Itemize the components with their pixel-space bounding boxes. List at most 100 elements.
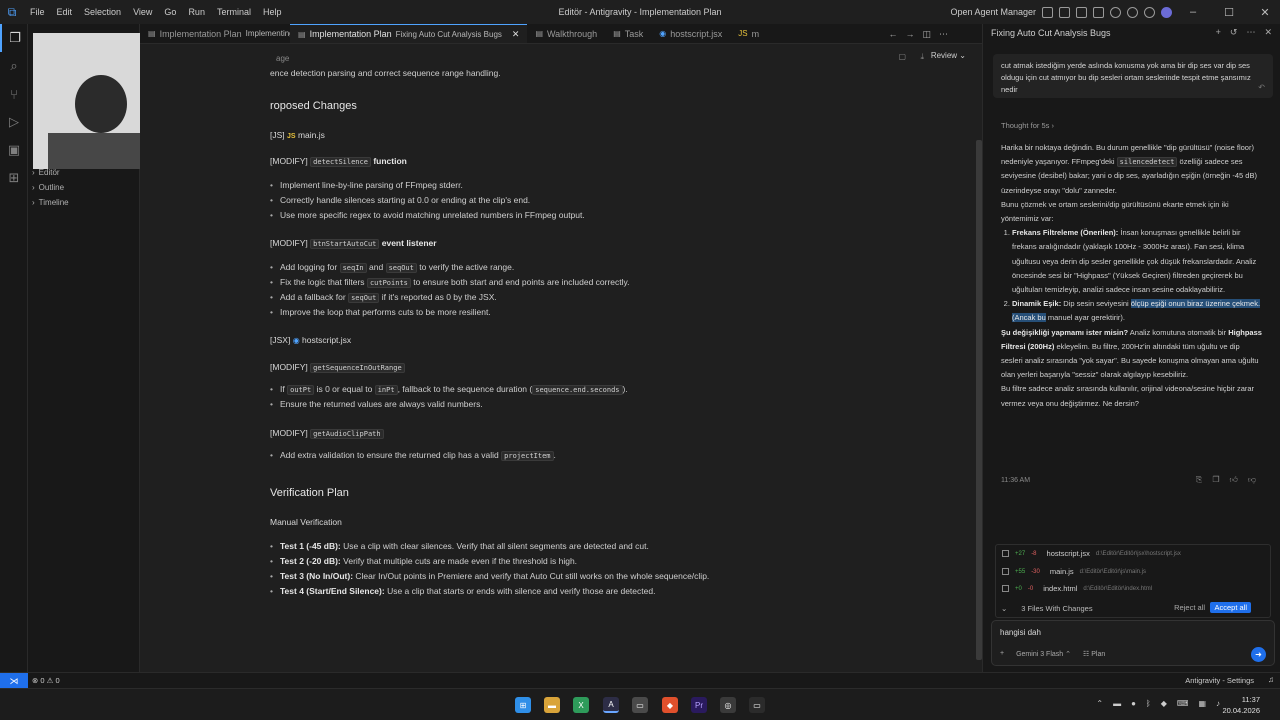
tab-hostscript[interactable]: ◉ hostscript.jsx	[651, 24, 730, 43]
start-menu-icon[interactable]: ⊞	[515, 697, 531, 713]
search-view-icon[interactable]: ⌕	[0, 52, 28, 80]
menu-go[interactable]: Go	[158, 0, 182, 24]
settings-gear-icon[interactable]	[1127, 6, 1138, 18]
tab-implementation-plan-1[interactable]: ▤ Implementation Plan Implementing Auto …	[140, 24, 374, 43]
volume-icon[interactable]: ♪	[1216, 699, 1220, 708]
menu-selection[interactable]: Selection	[78, 0, 127, 24]
tab-task[interactable]: ▤ Task	[605, 24, 651, 43]
tab-walkthrough[interactable]: ▤ Walkthrough	[527, 24, 605, 43]
new-chat-icon[interactable]: +	[1216, 27, 1221, 38]
title-right-controls: Open Agent Manager – ☐ ✕	[950, 0, 1280, 24]
minimize-icon[interactable]: –	[1178, 6, 1208, 18]
copy-icon[interactable]: ▢	[898, 52, 906, 61]
terminal-app-icon[interactable]: ▭	[749, 697, 765, 713]
extensions-icon[interactable]	[1144, 6, 1155, 18]
file-link[interactable]: main.js	[298, 130, 325, 140]
remote-indicator-icon[interactable]: ⋊	[0, 673, 28, 689]
explorer-icon[interactable]: ❐	[0, 24, 28, 52]
forward-arrow-icon[interactable]: →	[905, 29, 914, 39]
code-symbol: cutPoints	[366, 278, 411, 288]
changed-file-row[interactable]: +0 -0 index.html d:\Editör\Editör\index.…	[1002, 584, 1152, 593]
model-selector[interactable]: Gemini 3 Flash ⌃	[1016, 650, 1071, 658]
network-icon[interactable]: ▦	[1198, 699, 1206, 708]
add-context-icon[interactable]: +	[1000, 650, 1004, 658]
changed-file-row[interactable]: +55 -30 main.js d:\Editör\Editör\js\main…	[1002, 567, 1146, 576]
obs-app-icon[interactable]: ◎	[720, 697, 736, 713]
thumbs-down-icon[interactable]: 👎︎	[1248, 475, 1256, 485]
test-item: Test 3 (No In/Out): Clear In/Out points …	[270, 571, 709, 581]
extensions-view-icon[interactable]: ⊞	[0, 164, 28, 192]
chat-input-box[interactable]: hangisi dah + Gemini 3 Flash ⌃ ☷ Plan ➜	[991, 620, 1275, 666]
notifications-bell-icon[interactable]: ♫	[1268, 675, 1274, 684]
menu-help[interactable]: Help	[257, 0, 288, 24]
accept-all-button[interactable]: Accept all	[1210, 602, 1251, 613]
copy-icon[interactable]: ❐	[1212, 475, 1219, 485]
menu-terminal[interactable]: Terminal	[211, 0, 257, 24]
sidebar-section-outline[interactable]: › Outline	[28, 183, 64, 192]
send-button[interactable]: ➜	[1251, 647, 1266, 662]
checkbox[interactable]	[1002, 550, 1009, 557]
file-explorer-icon[interactable]: ▬	[544, 697, 560, 713]
tray-app-icon[interactable]: ▬	[1113, 699, 1121, 708]
checkbox[interactable]	[1002, 568, 1009, 575]
layout-sidebar-icon[interactable]	[1042, 6, 1053, 18]
menu-view[interactable]: View	[127, 0, 158, 24]
tray-chevron-icon[interactable]: ⌃	[1096, 699, 1103, 708]
menu-edit[interactable]: Edit	[51, 0, 79, 24]
tab-main[interactable]: JS m	[730, 24, 767, 43]
files-changed-label[interactable]: 3 Files With Changes	[1021, 604, 1092, 613]
insert-icon[interactable]: ⎘	[1196, 475, 1202, 485]
sidebar-section-timeline[interactable]: › Timeline	[28, 198, 69, 207]
more-icon[interactable]: ⋯	[1246, 27, 1255, 38]
system-clock[interactable]: 11:37 20.04.2026	[1222, 694, 1260, 716]
settings-status-item[interactable]: Antigravity - Settings	[1185, 676, 1254, 685]
close-panel-icon[interactable]: ✕	[1264, 27, 1272, 38]
tray-app-icon[interactable]: ●	[1131, 699, 1136, 708]
undo-icon[interactable]: ↶	[1258, 82, 1265, 94]
bluetooth-icon[interactable]: ᛒ	[1146, 699, 1151, 708]
download-icon[interactable]: ⤓	[920, 52, 924, 62]
excel-app-icon[interactable]: X	[573, 697, 589, 713]
close-window-icon[interactable]: ✕	[1250, 6, 1280, 19]
layout-secondary-icon[interactable]	[1076, 6, 1087, 18]
file-path: d:\Editör\Editör\index.html	[1083, 585, 1153, 592]
thought-toggle[interactable]: Thought for 5s ›	[1001, 121, 1054, 130]
file-link[interactable]: hostscript.jsx	[302, 335, 351, 345]
close-tab-icon[interactable]: ✕	[512, 29, 520, 40]
account-avatar-icon[interactable]	[1161, 6, 1172, 18]
brave-browser-icon[interactable]: ◆	[662, 697, 678, 713]
sidebar-section-editor[interactable]: › Editör	[28, 168, 60, 177]
review-button[interactable]: Review ⌄	[931, 51, 966, 60]
taskbar-app-icon[interactable]: ▭	[632, 697, 648, 713]
search-icon[interactable]	[1110, 6, 1121, 18]
layout-panel-icon[interactable]	[1059, 6, 1070, 18]
maximize-icon[interactable]: ☐	[1214, 6, 1244, 19]
response-paragraph: Bunu çözmek ve ortam seslerini/dip gürül…	[1001, 199, 1229, 224]
language-icon[interactable]: ⌨	[1177, 699, 1189, 708]
thumbs-up-icon[interactable]: 👍︎	[1230, 475, 1238, 485]
remote-explorer-icon[interactable]: ▣	[0, 136, 28, 164]
more-icon[interactable]: ⋯	[939, 29, 948, 40]
antigravity-app-icon[interactable]: A	[603, 697, 619, 713]
premiere-pro-icon[interactable]: Pr	[691, 697, 707, 713]
chevron-down-icon[interactable]: ⌄	[1001, 604, 1007, 613]
tab-implementation-plan-2[interactable]: ▤ Implementation Plan Fixing Auto Cut An…	[290, 24, 528, 43]
user-message[interactable]: cut atmak istediğim yerde aslında konusm…	[993, 54, 1273, 98]
reject-all-button[interactable]: Reject all	[1174, 603, 1205, 612]
changed-file-row[interactable]: +27 -8 hostscript.jsx d:\Editör\Editör\j…	[1002, 549, 1181, 558]
checkbox[interactable]	[1002, 585, 1009, 592]
menu-file[interactable]: File	[24, 0, 51, 24]
history-icon[interactable]: ↺	[1230, 27, 1238, 38]
back-arrow-icon[interactable]: ←	[888, 29, 897, 39]
menu-run[interactable]: Run	[182, 0, 211, 24]
code-symbol: getSequenceInOutRange	[310, 363, 405, 373]
run-debug-icon[interactable]: ▷	[0, 108, 28, 136]
problems-indicator[interactable]: ⊗ 0 ⚠ 0	[32, 676, 60, 685]
customize-layout-icon[interactable]	[1093, 6, 1104, 18]
tray-app-icon[interactable]: ◆	[1161, 699, 1167, 708]
chat-input[interactable]: hangisi dah	[1000, 628, 1041, 637]
source-control-icon[interactable]: ⑂	[0, 80, 28, 108]
open-agent-manager-button[interactable]: Open Agent Manager	[950, 7, 1036, 17]
split-editor-icon[interactable]: ◫	[922, 29, 931, 40]
mode-selector[interactable]: ☷ Plan	[1083, 650, 1105, 658]
